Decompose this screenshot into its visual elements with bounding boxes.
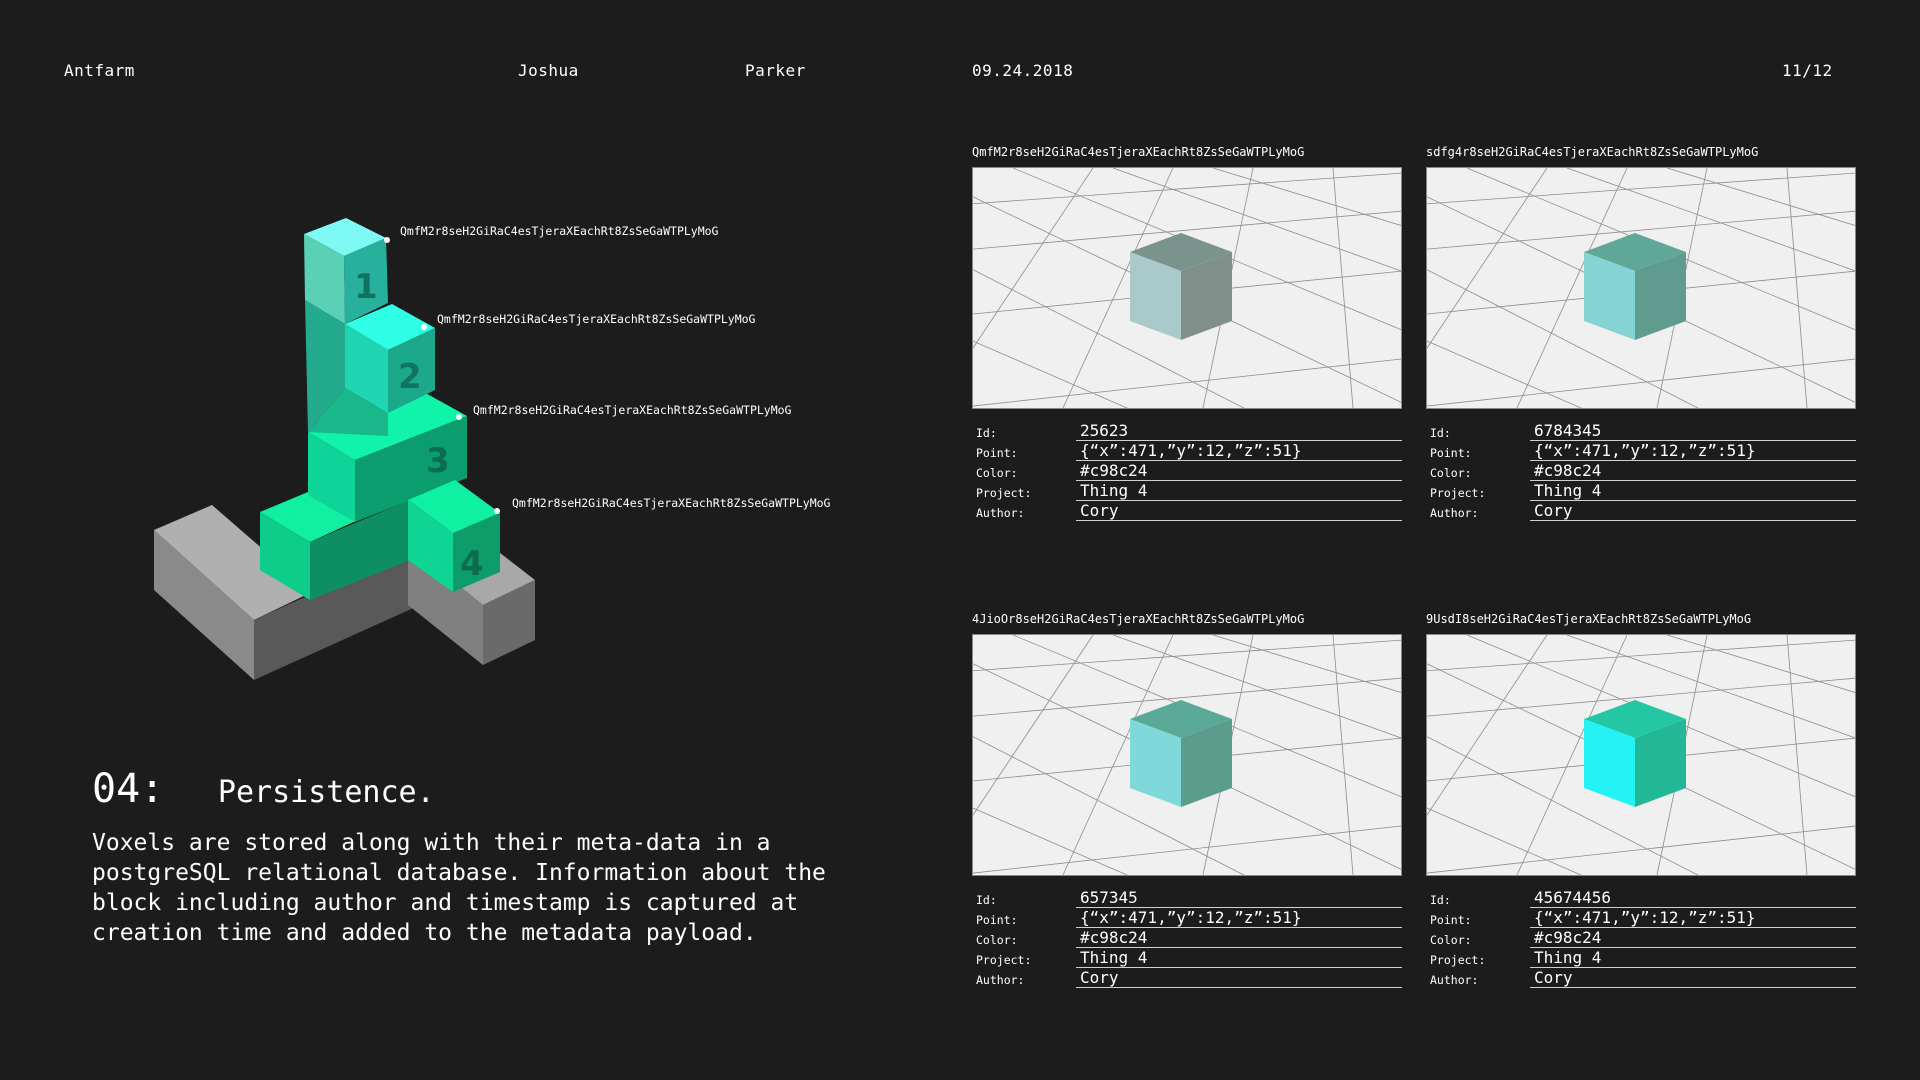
metadata-row-author: Author: Cory bbox=[1426, 501, 1856, 521]
project-label: Project: bbox=[1430, 486, 1486, 500]
metadata-row-color: Color: #c98c24 bbox=[972, 928, 1402, 948]
section-body: Voxels are stored along with their meta-… bbox=[92, 830, 826, 946]
3d-viewport[interactable] bbox=[972, 167, 1402, 409]
brand-name: Antfarm bbox=[64, 61, 135, 80]
date: 09.24.2018 bbox=[972, 61, 1074, 80]
card-hash: QmfM2r8seH2GiRaC4esTjeraXEachRt8ZsSeGaWT… bbox=[972, 145, 1305, 159]
metadata-row-id: Id: 25623 bbox=[972, 421, 1402, 441]
voxel-number-2: 2 bbox=[398, 357, 422, 397]
metadata-row-author: Author: Cory bbox=[972, 968, 1402, 988]
metadata-row-color: Color: #c98c24 bbox=[972, 461, 1402, 481]
voxel-card-4: 9UsdI8seH2GiRaC4esTjeraXEachRt8ZsSeGaWTP… bbox=[1426, 612, 1856, 988]
project-value: Thing 4 bbox=[1076, 949, 1402, 968]
metadata-row-id: Id: 657345 bbox=[972, 888, 1402, 908]
section-title: Persistence. bbox=[217, 775, 435, 810]
label-dot-2 bbox=[421, 324, 427, 330]
metadata-row-project: Project: Thing 4 bbox=[1426, 948, 1856, 968]
metadata-table: Id: 657345 Point: {“x”:471,”y”:12,”z”:51} … bbox=[972, 888, 1402, 988]
voxel-card-2: sdfg4r8seH2GiRaC4esTjeraXEachRt8ZsSeGaWT… bbox=[1426, 145, 1856, 521]
metadata-table: Id: 45674456 Point: {“x”:471,”y”:12,”z”:51… bbox=[1426, 888, 1856, 988]
point-value: {“x”:471,”y”:12,”z”:51} bbox=[1530, 909, 1856, 928]
author-value: Cory bbox=[1530, 969, 1856, 988]
author-label: Author: bbox=[976, 973, 1025, 987]
id-value: 25623 bbox=[1076, 422, 1402, 441]
voxel-card-1: QmfM2r8seH2GiRaC4esTjeraXEachRt8ZsSeGaWT… bbox=[972, 145, 1402, 521]
project-label: Project: bbox=[976, 486, 1032, 500]
point-value: {“x”:471,”y”:12,”z”:51} bbox=[1530, 442, 1856, 461]
card-hash: 4JioOr8seH2GiRaC4esTjeraXEachRt8ZsSeGaWT… bbox=[972, 612, 1305, 626]
voxel-label-2: QmfM2r8seH2GiRaC4esTjeraXEachRt8ZsSeGaWT… bbox=[437, 312, 756, 326]
project-value: Thing 4 bbox=[1076, 482, 1402, 501]
3d-viewport[interactable] bbox=[972, 634, 1402, 876]
color-label: Color: bbox=[1430, 466, 1472, 480]
point-label: Point: bbox=[1430, 446, 1472, 460]
card-hash: 9UsdI8seH2GiRaC4esTjeraXEachRt8ZsSeGaWTP… bbox=[1426, 612, 1752, 626]
metadata-row-id: Id: 6784345 bbox=[1426, 421, 1856, 441]
author-label: Author: bbox=[1430, 506, 1479, 520]
project-value: Thing 4 bbox=[1530, 482, 1856, 501]
metadata-row-point: Point: {“x”:471,”y”:12,”z”:51} bbox=[1426, 908, 1856, 928]
section-number: 04: bbox=[92, 766, 165, 812]
color-value: #c98c24 bbox=[1530, 929, 1856, 948]
id-value: 657345 bbox=[1076, 889, 1402, 908]
color-label: Color: bbox=[976, 933, 1018, 947]
color-value: #c98c24 bbox=[1076, 929, 1402, 948]
project-label: Project: bbox=[1430, 953, 1486, 967]
voxel-label-3: QmfM2r8seH2GiRaC4esTjeraXEachRt8ZsSeGaWT… bbox=[473, 403, 792, 417]
id-value: 6784345 bbox=[1530, 422, 1856, 441]
project-value: Thing 4 bbox=[1530, 949, 1856, 968]
voxel-label-1: QmfM2r8seH2GiRaC4esTjeraXEachRt8ZsSeGaWT… bbox=[400, 224, 719, 238]
voxel-number-1: 1 bbox=[354, 267, 378, 307]
metadata-row-author: Author: Cory bbox=[1426, 968, 1856, 988]
metadata-row-color: Color: #c98c24 bbox=[1426, 461, 1856, 481]
color-value: #c98c24 bbox=[1076, 462, 1402, 481]
voxel-number-4: 4 bbox=[460, 544, 484, 584]
author-value: Cory bbox=[1076, 502, 1402, 521]
color-label: Color: bbox=[1430, 933, 1472, 947]
voxel-label-4: QmfM2r8seH2GiRaC4esTjeraXEachRt8ZsSeGaWT… bbox=[512, 496, 831, 510]
voxel-stack-illustration: 3 4 2 1 QmfM2r8seH2GiRaC4esTjeraXEachRt8… bbox=[154, 218, 831, 680]
metadata-row-color: Color: #c98c24 bbox=[1426, 928, 1856, 948]
point-label: Point: bbox=[976, 446, 1018, 460]
id-label: Id: bbox=[976, 426, 997, 440]
point-label: Point: bbox=[1430, 913, 1472, 927]
author-first-name: Joshua bbox=[518, 61, 579, 80]
3d-viewport[interactable] bbox=[1426, 167, 1856, 409]
metadata-table: Id: 25623 Point: {“x”:471,”y”:12,”z”:51} C… bbox=[972, 421, 1402, 521]
label-dot-3 bbox=[456, 414, 462, 420]
page-number: 11/12 bbox=[1782, 61, 1833, 80]
id-label: Id: bbox=[976, 893, 997, 907]
metadata-row-project: Project: Thing 4 bbox=[972, 481, 1402, 501]
point-value: {“x”:471,”y”:12,”z”:51} bbox=[1076, 442, 1402, 461]
author-value: Cory bbox=[1530, 502, 1856, 521]
color-value: #c98c24 bbox=[1530, 462, 1856, 481]
card-hash: sdfg4r8seH2GiRaC4esTjeraXEachRt8ZsSeGaWT… bbox=[1426, 145, 1759, 159]
label-dot-4 bbox=[494, 508, 500, 514]
metadata-row-project: Project: Thing 4 bbox=[1426, 481, 1856, 501]
project-label: Project: bbox=[976, 953, 1032, 967]
voxel-card-3: 4JioOr8seH2GiRaC4esTjeraXEachRt8ZsSeGaWT… bbox=[972, 612, 1402, 988]
metadata-row-project: Project: Thing 4 bbox=[972, 948, 1402, 968]
point-label: Point: bbox=[976, 913, 1018, 927]
author-label: Author: bbox=[976, 506, 1025, 520]
id-value: 45674456 bbox=[1530, 889, 1856, 908]
voxel-number-3: 3 bbox=[426, 441, 450, 481]
id-label: Id: bbox=[1430, 426, 1451, 440]
metadata-row-id: Id: 45674456 bbox=[1426, 888, 1856, 908]
author-last-name: Parker bbox=[745, 61, 806, 80]
point-value: {“x”:471,”y”:12,”z”:51} bbox=[1076, 909, 1402, 928]
metadata-row-point: Point: {“x”:471,”y”:12,”z”:51} bbox=[972, 908, 1402, 928]
author-value: Cory bbox=[1076, 969, 1402, 988]
metadata-row-point: Point: {“x”:471,”y”:12,”z”:51} bbox=[972, 441, 1402, 461]
author-label: Author: bbox=[1430, 973, 1479, 987]
metadata-row-author: Author: Cory bbox=[972, 501, 1402, 521]
metadata-row-point: Point: {“x”:471,”y”:12,”z”:51} bbox=[1426, 441, 1856, 461]
3d-viewport[interactable] bbox=[1426, 634, 1856, 876]
label-dot-1 bbox=[384, 237, 390, 243]
color-label: Color: bbox=[976, 466, 1018, 480]
id-label: Id: bbox=[1430, 893, 1451, 907]
section-persistence: 04: Persistence. Voxels are stored along… bbox=[92, 766, 892, 948]
metadata-table: Id: 6784345 Point: {“x”:471,”y”:12,”z”:51}… bbox=[1426, 421, 1856, 521]
